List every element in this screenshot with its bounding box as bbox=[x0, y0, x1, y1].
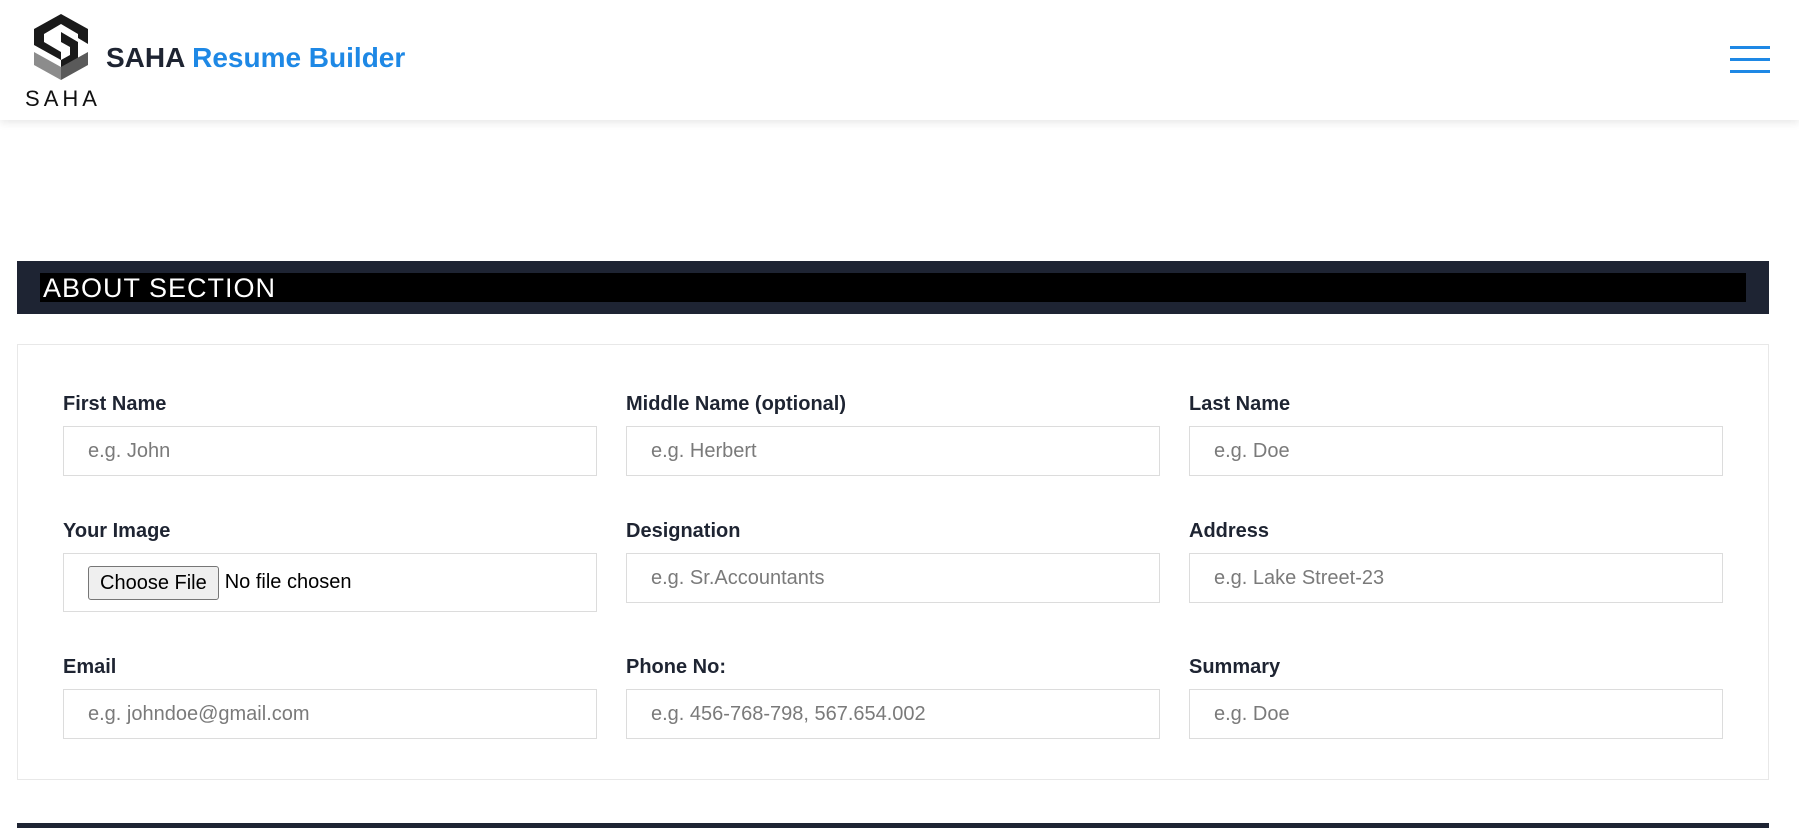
top-navbar: SAHA SAHA Resume Builder bbox=[0, 0, 1799, 120]
logo-wordmark: SAHA bbox=[25, 86, 101, 111]
choose-file-button[interactable]: Choose File bbox=[88, 565, 219, 600]
brand-subtitle: Resume Builder bbox=[192, 42, 406, 73]
first-name-group: First Name bbox=[63, 392, 597, 476]
about-section-header: ABOUT SECTION bbox=[17, 261, 1769, 314]
phone-input[interactable] bbox=[626, 689, 1160, 739]
email-input[interactable] bbox=[63, 689, 597, 739]
middle-name-input[interactable] bbox=[626, 426, 1160, 476]
section-title: ABOUT SECTION bbox=[43, 273, 277, 303]
saha-logo[interactable]: SAHA bbox=[22, 12, 104, 111]
address-input[interactable] bbox=[1189, 553, 1723, 603]
email-label: Email bbox=[63, 656, 117, 678]
phone-group: Phone No: bbox=[626, 655, 1160, 739]
hamburger-menu-icon[interactable] bbox=[1730, 46, 1770, 74]
last-name-input[interactable] bbox=[1189, 426, 1723, 476]
about-form: First Name Middle Name (optional) Last N… bbox=[17, 344, 1769, 780]
designation-input[interactable] bbox=[626, 553, 1160, 603]
brand-title[interactable]: SAHA Resume Builder bbox=[106, 42, 405, 74]
summary-group: Summary bbox=[1189, 655, 1723, 739]
email-group: Email bbox=[63, 655, 597, 739]
next-section-divider bbox=[17, 823, 1769, 828]
brand-name: SAHA bbox=[106, 42, 185, 73]
last-name-label: Last Name bbox=[1189, 393, 1291, 415]
saha-hexagon-logo-icon bbox=[34, 14, 88, 80]
menu-bar-bottom bbox=[1730, 70, 1770, 73]
designation-group: Designation bbox=[626, 519, 1160, 603]
file-status-text: No file chosen bbox=[224, 571, 352, 593]
section-title-bar: ABOUT SECTION bbox=[40, 273, 1746, 302]
image-label: Your Image bbox=[63, 520, 171, 542]
middle-name-group: Middle Name (optional) bbox=[626, 392, 1160, 476]
first-name-input[interactable] bbox=[63, 426, 597, 476]
summary-label: Summary bbox=[1189, 656, 1281, 678]
phone-label: Phone No: bbox=[626, 656, 726, 678]
menu-bar-middle bbox=[1730, 58, 1770, 61]
address-group: Address bbox=[1189, 519, 1723, 603]
middle-name-label: Middle Name (optional) bbox=[626, 393, 846, 415]
designation-label: Designation bbox=[626, 520, 741, 542]
address-label: Address bbox=[1189, 520, 1270, 542]
image-group: Your Image Choose File No file chosen bbox=[63, 519, 597, 612]
image-file-input[interactable]: Choose File No file chosen bbox=[63, 553, 597, 612]
first-name-label: First Name bbox=[63, 393, 167, 415]
last-name-group: Last Name bbox=[1189, 392, 1723, 476]
menu-bar-top bbox=[1730, 46, 1770, 49]
summary-input[interactable] bbox=[1189, 689, 1723, 739]
